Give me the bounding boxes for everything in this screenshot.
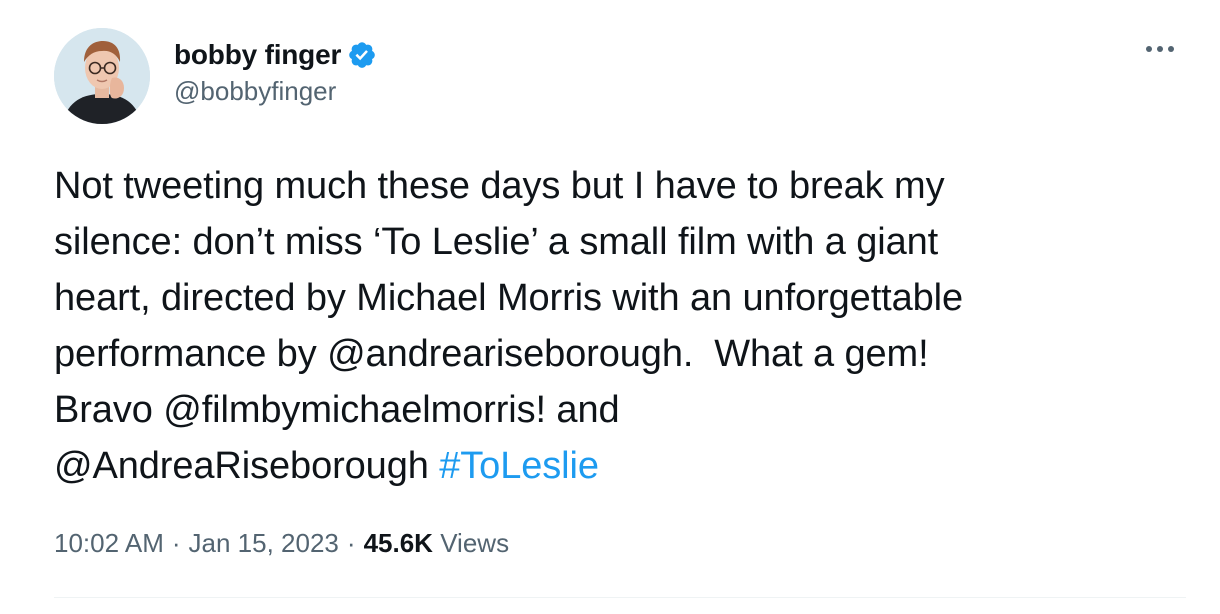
more-options-icon <box>1146 46 1174 52</box>
views-count[interactable]: 45.6K <box>364 528 433 559</box>
hashtag-link[interactable]: #ToLeslie <box>439 445 599 487</box>
more-options-button[interactable] <box>1138 34 1182 64</box>
meta-separator: · <box>346 528 356 558</box>
author-display-name[interactable]: bobby finger <box>174 39 341 71</box>
tweet-date[interactable]: Jan 15, 2023 <box>189 528 339 559</box>
tweet-body: Not tweeting much these days but I have … <box>54 165 964 487</box>
author-handle[interactable]: @bobbyfinger <box>174 76 377 107</box>
divider <box>54 597 1186 598</box>
avatar-image <box>54 28 150 124</box>
views-label: Views <box>433 528 509 559</box>
author-identity: bobby finger @bobbyfinger <box>174 36 377 107</box>
tweet-time[interactable]: 10:02 AM <box>54 528 164 559</box>
name-row: bobby finger <box>174 36 377 74</box>
avatar[interactable] <box>54 28 150 124</box>
tweet-text: Not tweeting much these days but I have … <box>54 158 1204 494</box>
views-label-text: Views <box>440 528 510 558</box>
meta-separator: · <box>171 528 181 558</box>
tweet-meta: 10:02 AM · Jan 15, 2023 · 45.6K Views <box>54 528 509 559</box>
tweet-card: bobby finger @bobbyfinger Not tweeting m… <box>0 0 1220 614</box>
verified-badge-icon <box>347 40 377 70</box>
